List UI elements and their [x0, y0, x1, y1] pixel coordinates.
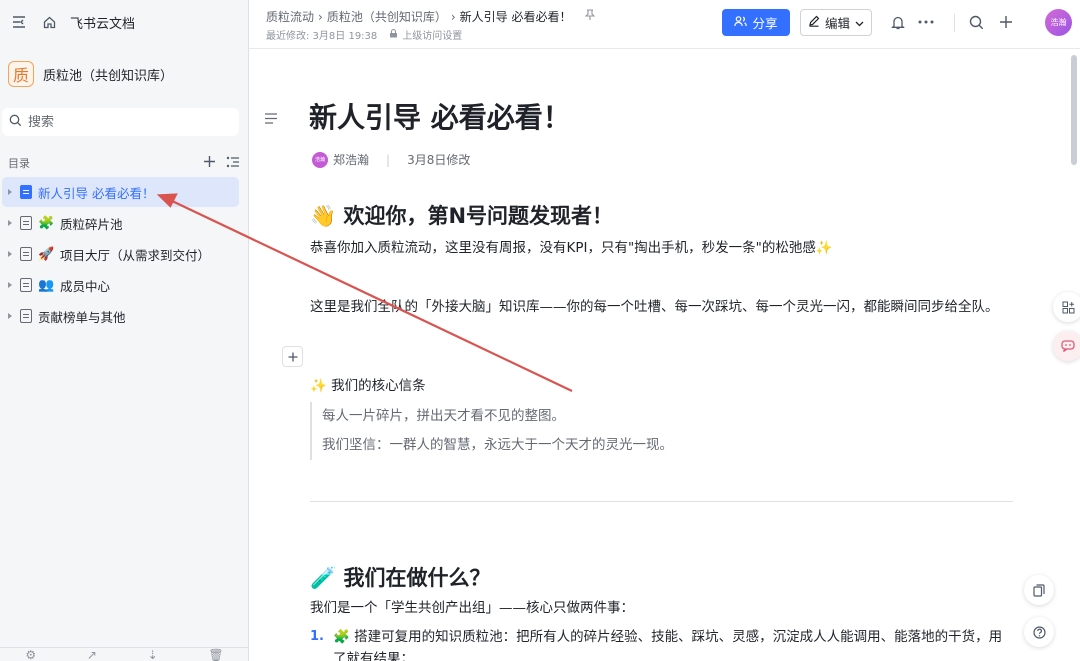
more-icon[interactable] — [916, 12, 936, 32]
breadcrumb-current[interactable]: 新人引导 必看必看！ — [460, 8, 572, 25]
breadcrumb: 质粒流动 › 质粒池（共创知识库） › 新人引导 必看必看！ — [266, 8, 596, 25]
heading-doing[interactable]: 🧪 我们在做什么？ — [310, 562, 490, 592]
paragraph-doing[interactable]: 我们是一个「学生共创产出组」——核心只做两件事： — [310, 597, 1010, 619]
search-icon — [9, 114, 22, 131]
tree-item-newbie-guide[interactable]: 新人引导 必看必看！ — [2, 177, 239, 207]
space-logo: 质 — [8, 61, 34, 87]
breadcrumb-item[interactable]: 质粒流动 — [266, 8, 314, 25]
list-settings-icon[interactable] — [226, 153, 240, 172]
doc-icon — [20, 309, 32, 323]
divider — [310, 501, 1013, 502]
ai-assistant-icon[interactable] — [1053, 331, 1080, 361]
lock-icon — [389, 28, 398, 41]
search-icon[interactable] — [966, 12, 986, 32]
add-block-button[interactable] — [282, 346, 303, 367]
tree-item-label: 新人引导 必看必看！ — [38, 185, 155, 201]
collapse-sidebar-icon[interactable] — [10, 13, 28, 31]
expand-caret-icon[interactable] — [8, 282, 12, 288]
edit-button[interactable]: 编辑 — [800, 9, 872, 36]
quote-line: 我们坚信：一群人的智慧，永远大于一个天才的灵光一现。 — [322, 437, 673, 453]
quote-block[interactable]: 每人一片碎片，拼出天才看不见的整图。 我们坚信：一群人的智慧，永远大于一个天才的… — [310, 402, 830, 460]
tree-item-fragment-pool[interactable]: 🧩 质粒碎片池 — [2, 208, 239, 238]
author-name[interactable]: 郑浩瀚 — [333, 151, 369, 168]
import-icon[interactable]: ⇣ — [148, 648, 158, 661]
add-icon[interactable] — [203, 153, 216, 172]
share-out-icon[interactable]: ↗ — [87, 648, 97, 661]
toc-label: 目录 — [8, 156, 30, 170]
tree-item-label: 质粒碎片池 — [60, 216, 123, 232]
doc-tree: 新人引导 必看必看！ 🧩 质粒碎片池 🚀 项目大厅（从需求到交付） 👥 成员中心… — [2, 177, 239, 332]
help-icon[interactable] — [1024, 617, 1054, 647]
meta-divider: | — [386, 152, 391, 167]
chevron-right-icon: › — [450, 9, 456, 24]
toc-header: 目录 — [8, 153, 240, 172]
settings-icon[interactable]: ⚙ — [25, 648, 36, 661]
tree-item-member-center[interactable]: 👥 成员中心 — [2, 270, 239, 300]
breadcrumb-item[interactable]: 质粒池（共创知识库） — [327, 8, 447, 25]
doc-meta: 最近修改: 3月8日 19:38 上级访问设置 — [266, 27, 462, 42]
trash-icon[interactable]: 🗑 — [208, 648, 223, 661]
modified-date: 3月8日修改 — [407, 153, 471, 167]
expand-caret-icon[interactable] — [8, 189, 12, 195]
tree-item-project-hall[interactable]: 🚀 项目大厅（从需求到交付） — [2, 239, 239, 269]
tree-item-leaderboard[interactable]: 贡献榜单与其他 — [2, 301, 239, 331]
people-emoji: 👥 — [38, 277, 55, 293]
doc-icon — [20, 216, 32, 230]
list-number: 1. — [310, 629, 324, 644]
puzzle-emoji: 🧩 — [38, 215, 55, 231]
tree-item-label: 贡献榜单与其他 — [38, 309, 126, 325]
search-box[interactable] — [2, 108, 239, 136]
outline-icon[interactable] — [264, 110, 278, 128]
home-label[interactable]: 飞书云文档 — [70, 13, 135, 32]
tree-item-label: 项目大厅（从需求到交付） — [60, 247, 211, 263]
author-row: 浩瀚 郑浩瀚 | 3月8日修改 — [312, 151, 470, 168]
apps-icon[interactable] — [1053, 292, 1080, 322]
doc-icon — [20, 247, 32, 261]
expand-caret-icon[interactable] — [8, 220, 12, 226]
list-item[interactable]: 🧩 搭建可复用的知识质粒池：把所有人的碎片经验、技能、踩坑、灵感，沉淀成人人能调… — [333, 626, 1013, 661]
space-header[interactable]: 质 质粒池（共创知识库） — [8, 61, 173, 87]
pencil-icon — [808, 15, 820, 30]
paragraph-welcome[interactable]: 恭喜你加入质粒流动，这里没有周报，没有KPI，只有"掏出手机，秒发一条"的松弛感… — [310, 237, 1010, 259]
doc-title[interactable]: 新人引导 必看必看！ — [309, 96, 571, 136]
scrollbar[interactable] — [1071, 55, 1077, 165]
sidebar: 飞书云文档 质 质粒池（共创知识库） 目录 新人引导 必看必看！ — [0, 0, 249, 661]
edit-label: 编辑 — [824, 16, 850, 31]
sidebar-top: 飞书云文档 — [10, 12, 135, 32]
user-avatar[interactable]: 浩瀚 — [1045, 9, 1072, 36]
paragraph-brain[interactable]: 这里是我们全队的「外接大脑」知识库——你的每一个吐槽、每一次踩坑、每一个灵光一闪… — [310, 296, 1010, 318]
users-icon — [734, 15, 748, 30]
chevron-down-icon — [855, 15, 864, 30]
parent-access-link[interactable]: 上级访问设置 — [402, 27, 462, 42]
quote-line: 每人一片碎片，拼出天才看不见的整图。 — [322, 408, 565, 424]
space-name: 质粒池（共创知识库） — [43, 68, 174, 84]
home-icon[interactable] — [40, 13, 58, 31]
doc-content: 新人引导 必看必看！ 浩瀚 郑浩瀚 | 3月8日修改 👋 欢迎你，第N号问题发现… — [249, 50, 1080, 661]
doc-icon — [20, 278, 32, 292]
bell-icon[interactable] — [888, 12, 908, 32]
heading-welcome[interactable]: 👋 欢迎你，第N号问题发现者！ — [310, 200, 613, 230]
expand-caret-icon[interactable] — [8, 251, 12, 257]
heading-belief[interactable]: ✨ 我们的核心信条 — [310, 375, 1010, 397]
copy-doc-icon[interactable] — [1024, 575, 1054, 605]
expand-caret-icon[interactable] — [8, 313, 12, 319]
add-icon[interactable] — [996, 12, 1016, 32]
search-input[interactable] — [28, 114, 208, 130]
share-button[interactable]: 分享 — [722, 9, 790, 36]
share-label: 分享 — [752, 16, 778, 31]
header-divider — [954, 14, 955, 32]
sidebar-bottom-bar: ⚙ ↗ ⇣ 🗑 — [0, 647, 249, 661]
doc-header: 质粒流动 › 质粒池（共创知识库） › 新人引导 必看必看！ 最近修改: 3月8… — [249, 0, 1080, 49]
tree-item-label: 成员中心 — [60, 278, 111, 294]
chevron-right-icon: › — [318, 9, 323, 24]
pin-icon[interactable] — [585, 9, 596, 24]
doc-icon — [20, 185, 32, 199]
rocket-emoji: 🚀 — [38, 246, 55, 262]
last-modified: 最近修改: 3月8日 19:38 — [266, 31, 378, 42]
author-avatar[interactable]: 浩瀚 — [312, 151, 328, 168]
